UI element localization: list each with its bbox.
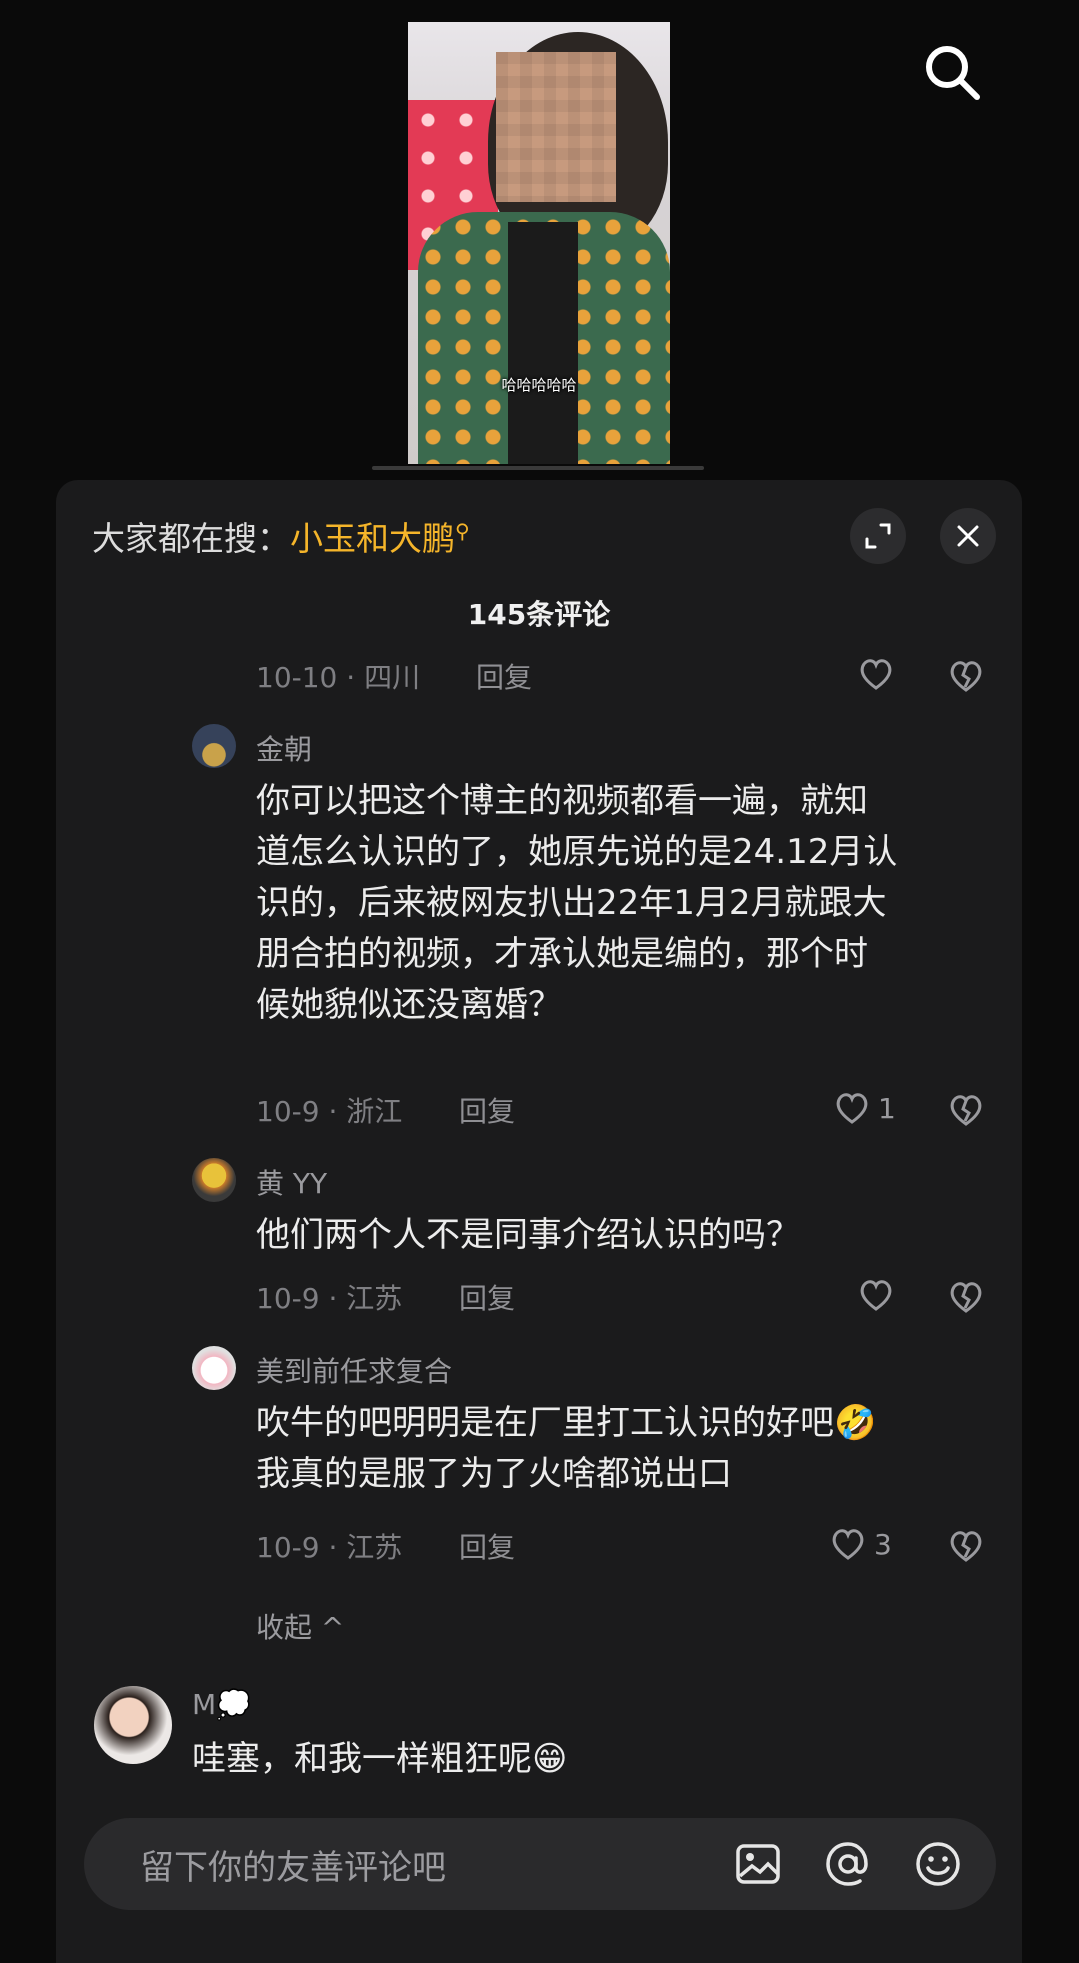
comments-panel: 大家都在搜：小玉和大鹏⚲ 145条评论 10-10 · 四川 回复 金朝 你可以… [56, 480, 1022, 1963]
like-button[interactable]: 3 [828, 1524, 892, 1564]
broken-heart-icon[interactable] [946, 1277, 986, 1317]
image-icon[interactable] [732, 1838, 784, 1890]
heart-icon [836, 1093, 868, 1124]
like-button[interactable]: 1 [832, 1088, 896, 1128]
comment-line: 他们两个人不是同事介绍认识的吗？ [256, 1215, 800, 1255]
like-button[interactable] [856, 654, 902, 694]
expand-icon [865, 523, 891, 549]
thumbnail-inner-shirt [508, 222, 578, 464]
comment-meta: 10-9 · 江苏 [256, 1282, 403, 1315]
comment-line: 我真的是服了为了火啥都说出口 [256, 1454, 732, 1494]
comment-line: 识的，后来被网友扒出22年1月2月就跟大 [256, 883, 887, 923]
comment-count: 145条评论 [467, 598, 611, 631]
avatar[interactable] [94, 1686, 172, 1764]
comment-text: 哇塞，和我一样粗狂呢😁 [192, 1739, 568, 1779]
close-icon [957, 525, 979, 547]
hot-search-keyword[interactable]: 小玉和大鹏 [290, 519, 455, 558]
video-thumbnail[interactable]: 哈哈哈哈哈 [408, 22, 670, 464]
avatar[interactable] [192, 1158, 236, 1202]
video-seek-bar[interactable] [372, 466, 704, 470]
like-count: 3 [874, 1527, 892, 1561]
collapse-replies-button[interactable]: 收起 ^ [256, 1606, 344, 1646]
broken-heart-icon[interactable] [946, 656, 986, 696]
like-button[interactable] [856, 1275, 902, 1315]
avatar[interactable] [192, 724, 236, 768]
like-count: 1 [878, 1091, 896, 1125]
expand-button[interactable] [850, 508, 906, 564]
video-caption: 哈哈哈哈哈 [501, 376, 577, 394]
comment-meta: 10-9 · 江苏 [256, 1531, 403, 1564]
close-button[interactable] [940, 508, 996, 564]
reply-button[interactable]: 回复 [459, 1277, 515, 1317]
reply-button[interactable]: 回复 [476, 656, 532, 696]
comment-input-placeholder[interactable]: 留下你的友善评论吧 [140, 1840, 446, 1889]
small-search-icon: ⚲ [455, 519, 470, 543]
comment-username[interactable]: 金朝 [256, 728, 312, 768]
comment-username[interactable]: M💭 [192, 1688, 251, 1721]
reply-button[interactable]: 回复 [459, 1090, 515, 1130]
comment-text: 他们两个人不是同事介绍认识的吗？ [256, 1210, 800, 1261]
emoji-icon[interactable] [912, 1838, 964, 1890]
comment-line: 道怎么认识的了，她原先说的是24.12月认 [256, 832, 898, 872]
comment-line: 候她貌似还没离婚？ [256, 985, 562, 1025]
comment-line: 吹牛的吧明明是在厂里打工认识的好吧🤣 [256, 1403, 877, 1443]
comment-text: 吹牛的吧明明是在厂里打工认识的好吧🤣 我真的是服了为了火啥都说出口 [256, 1398, 876, 1500]
comment-text: 你可以把这个博主的视频都看一遍，就知 道怎么认识的了，她原先说的是24.12月认… [256, 776, 897, 1031]
heart-icon [860, 1280, 892, 1311]
comment-username[interactable]: 美到前任求复合 [256, 1350, 452, 1390]
reply-button[interactable]: 回复 [459, 1526, 515, 1566]
thumbnail-pixelated-face [496, 52, 616, 202]
comment-line: 朋合拍的视频，才承认她是编的，那个时 [256, 934, 868, 974]
broken-heart-icon[interactable] [946, 1526, 986, 1566]
heart-icon [832, 1529, 864, 1560]
heart-icon [860, 659, 892, 690]
comment-line: 你可以把这个博主的视频都看一遍，就知 [256, 781, 868, 821]
comment-meta: 10-10 · 四川 [256, 661, 421, 694]
hot-search-prefix: 大家都在搜： [92, 519, 290, 558]
broken-heart-icon[interactable] [946, 1090, 986, 1130]
comment-meta: 10-9 · 浙江 [256, 1095, 403, 1128]
hot-search[interactable]: 大家都在搜：小玉和大鹏⚲ [92, 512, 470, 560]
comment-username[interactable]: 黄 YY [256, 1162, 327, 1202]
at-icon[interactable] [822, 1838, 874, 1890]
avatar[interactable] [192, 1346, 236, 1390]
search-icon[interactable] [920, 40, 984, 104]
